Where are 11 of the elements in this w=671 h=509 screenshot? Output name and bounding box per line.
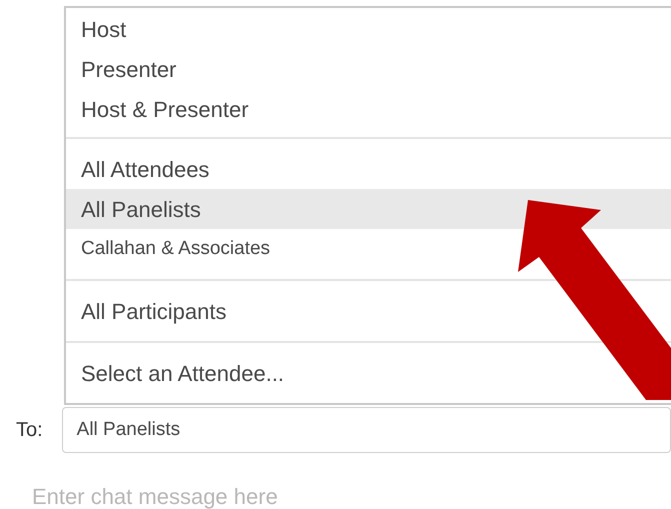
recipient-field[interactable]: All Panelists (62, 407, 671, 453)
menu-item[interactable]: Select an Attendee... (66, 353, 671, 393)
message-input[interactable]: Enter chat message here (32, 477, 632, 509)
menu-item[interactable]: Presenter (66, 49, 671, 89)
menu-item[interactable]: Host (66, 9, 671, 49)
menu-item[interactable]: All Attendees (66, 149, 671, 189)
menu-item[interactable]: Callahan & Associates (66, 229, 671, 269)
to-label: To: (15, 418, 44, 443)
menu-item[interactable]: All Participants (66, 291, 671, 331)
menu-item[interactable]: Host & Presenter (66, 89, 671, 129)
menu-item[interactable]: All Panelists (66, 189, 671, 229)
